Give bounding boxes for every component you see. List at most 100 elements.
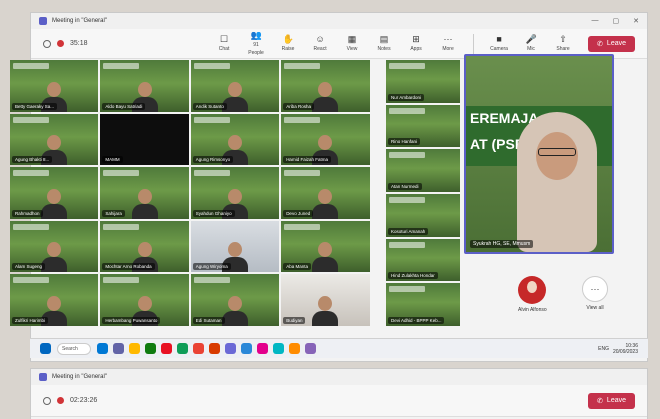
toolbar-raise-button[interactable]: ✋ Raise — [277, 34, 299, 53]
participant-name: Sahijara — [102, 209, 125, 217]
leave-button[interactable]: ✆ Leave — [588, 392, 635, 409]
toolbar-label: Mic — [527, 46, 535, 52]
shield-icon[interactable] — [43, 396, 51, 405]
taskbar-search[interactable]: Search — [57, 342, 91, 355]
participant-tile[interactable]: Nur Ambardoni — [386, 60, 460, 103]
participant-name: Agung Wiryoma — [192, 263, 231, 271]
participant-tile[interactable]: Aldo Bayu Satriadi — [100, 60, 189, 112]
taskbar-app-icon[interactable] — [241, 343, 252, 354]
participant-name: Zulfikri Harimbi — [12, 316, 49, 324]
participant-tile[interactable]: Sahijara — [100, 167, 189, 219]
leave-button[interactable]: ✆ Leave — [588, 35, 635, 52]
participant-name: Mochtar Arno Robanda — [102, 263, 155, 271]
participant-tile[interactable]: Herbambang Puwansanto — [100, 274, 189, 326]
participant-name: Herbambang Puwansanto — [102, 316, 161, 324]
taskbar-app-icon[interactable] — [273, 343, 284, 354]
participant-tile[interactable]: Agung Wiryoma — [190, 220, 280, 273]
participant-name: Devo Juned — [283, 209, 314, 217]
participant-tile[interactable]: Ariba Rosha — [281, 60, 370, 112]
overflow-participant[interactable]: Alvin Alfonso — [518, 276, 547, 313]
toolbar-label: More — [442, 46, 454, 52]
leave-label: Leave — [606, 40, 626, 47]
spotlight-video[interactable]: EREMAJA AT (PSR) Syukrah HG, SE, Mmusm — [464, 54, 614, 254]
toolbar-notes-button[interactable]: ▤ Notes — [373, 35, 395, 53]
toolbar-label: People — [248, 50, 264, 56]
meeting-timer: 35:18 — [70, 40, 88, 47]
taskbar-app-icon[interactable] — [257, 343, 268, 354]
taskbar-app-icon[interactable] — [193, 343, 204, 354]
participant-video — [131, 188, 158, 219]
participant-tile[interactable]: Betty Gaeraky Sa... — [10, 60, 99, 112]
participant-name: Agung Rimsonyo — [192, 156, 234, 164]
toolbar-react-button[interactable]: ☺ React — [309, 35, 331, 53]
taskbar-app-icon[interactable] — [161, 343, 172, 354]
meeting-timer: 02:23:26 — [70, 397, 98, 404]
participant-tile[interactable]: Hamid Faizah Fatma — [281, 113, 370, 166]
taskbar-app-icon[interactable] — [145, 343, 156, 354]
language-indicator[interactable]: ENG — [598, 346, 609, 352]
toolbar-label: Camera — [490, 46, 508, 52]
clock[interactable]: 10:36 20/09/2023 — [613, 343, 638, 355]
participant-tile[interactable]: Devi Adhid - BPPP Keb... — [386, 283, 460, 327]
teams-icon — [39, 373, 47, 381]
participant-video — [312, 242, 339, 273]
second-meeting-window: Meeting in "General" 02:23:26 ✆ Leave — [30, 368, 648, 419]
toolbar-apps-button[interactable]: ⊞ Apps — [405, 34, 427, 53]
chat-icon: ☐ — [220, 34, 229, 44]
participant-tile[interactable]: Kosoturi Amanah — [386, 194, 460, 237]
participant-tile[interactable]: Mochtar Arno Robanda — [100, 220, 189, 273]
taskbar-app-icon[interactable] — [97, 343, 108, 354]
toolbar-share-button[interactable]: ⇧ Share — [552, 34, 574, 53]
spotlight-name: Syukrah HG, SE, Mmusm — [470, 240, 534, 248]
toolbar-chat-button[interactable]: ☐ Chat — [213, 34, 235, 53]
participant-tile[interactable]: Syahdun Ghaniyo — [190, 167, 280, 219]
participant-name: Budiyan — [283, 316, 306, 324]
participant-tile[interactable]: Alam Sugeng — [10, 220, 99, 273]
taskbar-app-icon[interactable] — [113, 343, 124, 354]
more-icon: ··· — [443, 34, 453, 44]
taskbar-app-icon[interactable] — [177, 343, 188, 354]
participant-tile[interactable]: Agung Bhakti 8... — [10, 113, 99, 166]
participant-name: Rino Hanfani — [388, 138, 421, 146]
close-button[interactable]: ✕ — [633, 17, 639, 25]
taskbar-app-icon[interactable] — [129, 343, 140, 354]
participant-tile[interactable]: Andik Sutanto — [190, 60, 280, 112]
shield-icon[interactable] — [43, 39, 51, 48]
taskbar-app-icon[interactable] — [289, 343, 300, 354]
participant-tile[interactable]: Zulfikri Harimbi — [10, 274, 99, 326]
participant-tile[interactable]: Rahmadhon — [10, 167, 99, 219]
participant-tile[interactable]: MAMM — [100, 113, 189, 166]
speaker-figure — [512, 92, 602, 252]
window-title: Meeting in "General" — [52, 374, 107, 380]
minimize-button[interactable]: — — [592, 17, 599, 25]
toolbar-mic-button[interactable]: 🎤 Mic — [520, 34, 542, 53]
maximize-button[interactable]: ▢ — [613, 17, 620, 25]
hand-icon: ✋ — [282, 34, 294, 44]
start-icon[interactable] — [40, 343, 51, 354]
participant-tile[interactable]: Hind Zulakhta Hondar — [386, 238, 460, 282]
participant-video — [41, 188, 68, 219]
toolbar-label: Share — [556, 46, 570, 52]
participant-tile[interactable]: Devo Juned — [281, 167, 370, 219]
participant-tile[interactable]: Budiyan — [281, 274, 370, 326]
toolbar-label: React — [313, 46, 327, 52]
share-icon: ⇧ — [559, 34, 567, 44]
participant-tile[interactable]: Edi Sutaman — [190, 274, 280, 326]
toolbar-actions: ☐ Chat 👥 91 People ✋ Raise ☺ React ▦ View ▤ Notes ⊞ Ap… — [213, 31, 635, 56]
participant-tile[interactable]: Aba Manta — [281, 220, 370, 273]
participant-tile[interactable]: Atan Nurmedi — [386, 149, 460, 193]
toolbar-view-button[interactable]: ▦ View — [341, 35, 363, 53]
view-all-button[interactable]: ··· View all — [582, 276, 608, 311]
taskbar-app-icon[interactable] — [209, 343, 220, 354]
phone-icon: ✆ — [597, 40, 603, 48]
participant-tile[interactable]: Rino Hanfani — [386, 104, 460, 148]
mic-icon: 🎤 — [525, 34, 537, 44]
toolbar-camera-button[interactable]: ■ Camera — [488, 35, 510, 53]
taskbar-app-icon[interactable] — [305, 343, 316, 354]
taskbar-app-icon[interactable] — [225, 343, 236, 354]
toolbar-people-button[interactable]: 👥 91 People — [245, 31, 267, 57]
toolbar-more-button[interactable]: ··· More — [437, 34, 459, 53]
participant-tile[interactable]: Agung Rimsonyo — [190, 113, 280, 166]
apps-icon: ⊞ — [412, 34, 420, 44]
people-count: 91 — [253, 42, 259, 48]
